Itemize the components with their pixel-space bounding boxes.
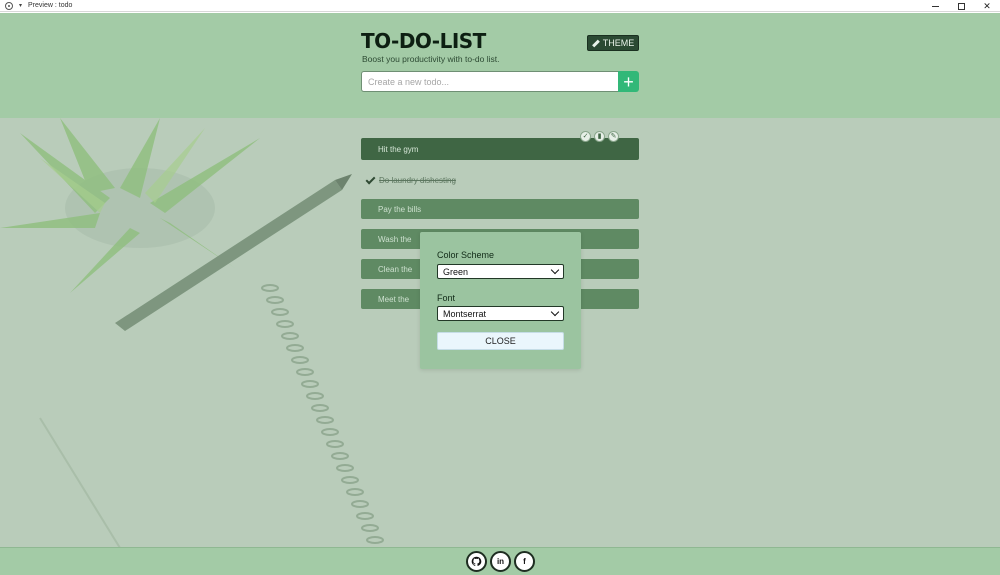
maximize-icon bbox=[957, 2, 965, 10]
todo-text: Hit the gym bbox=[378, 144, 419, 154]
chevron-down-icon bbox=[550, 265, 560, 275]
edit-icon[interactable]: ✎ bbox=[608, 131, 619, 142]
todo-item[interactable]: Pay the bills bbox=[361, 199, 639, 219]
close-window-button[interactable]: ✕ bbox=[974, 0, 1000, 12]
app-icon bbox=[5, 1, 13, 10]
window-title: Preview : todo bbox=[28, 2, 73, 9]
todo-text: Pay the bills bbox=[378, 204, 422, 214]
app-footer: in f bbox=[0, 547, 1000, 575]
theme-button-label: THEME bbox=[602, 38, 635, 48]
theme-modal: Color Scheme Green Font Montserrat CLOSE bbox=[420, 232, 581, 369]
todo-item-completed[interactable]: Do laundry dishesting bbox=[365, 173, 636, 187]
delete-icon[interactable]: ▮ bbox=[594, 131, 605, 142]
chevron-down-icon[interactable]: ▾ bbox=[19, 2, 22, 9]
linkedin-icon[interactable]: in bbox=[490, 551, 511, 572]
add-todo-button[interactable]: + bbox=[618, 71, 639, 92]
window-controls: ✕ bbox=[922, 0, 1000, 12]
app-header: TO-DO-LIST Boost you productivity with t… bbox=[0, 13, 1000, 118]
github-glyph bbox=[471, 556, 482, 566]
page-subtitle: Boost you productivity with to-do list. bbox=[362, 54, 500, 64]
new-todo-input[interactable] bbox=[361, 71, 619, 92]
maximize-button[interactable] bbox=[948, 0, 974, 12]
window-titlebar: ▾ Preview : todo ✕ bbox=[0, 0, 1000, 12]
color-scheme-value: Green bbox=[443, 266, 469, 277]
minimize-button[interactable] bbox=[922, 0, 948, 12]
font-select[interactable]: Montserrat bbox=[437, 306, 564, 321]
facebook-icon[interactable]: f bbox=[514, 551, 535, 572]
pencil-icon bbox=[591, 39, 600, 47]
check-icon[interactable]: ✓ bbox=[580, 131, 591, 142]
todo-text: Clean the bbox=[378, 264, 413, 274]
color-scheme-label: Color Scheme bbox=[437, 250, 495, 260]
close-button-label: CLOSE bbox=[485, 336, 516, 346]
minimize-icon bbox=[931, 5, 939, 7]
plus-icon: + bbox=[623, 71, 634, 92]
todo-text: Do laundry dishesting bbox=[379, 175, 456, 185]
color-scheme-select[interactable]: Green bbox=[437, 264, 564, 279]
facebook-glyph: f bbox=[523, 557, 526, 566]
close-icon: ✕ bbox=[983, 0, 991, 11]
font-value: Montserrat bbox=[443, 308, 487, 319]
theme-button[interactable]: THEME bbox=[587, 35, 639, 51]
todo-text: Meet the bbox=[378, 294, 410, 304]
page-title: TO-DO-LIST bbox=[361, 29, 486, 53]
font-label: Font bbox=[437, 293, 456, 303]
chevron-down-icon bbox=[550, 307, 560, 317]
todo-text: Wash the bbox=[378, 234, 412, 244]
todo-actions: ✓ ▮ ✎ bbox=[580, 131, 619, 142]
close-button[interactable]: CLOSE bbox=[437, 332, 564, 350]
github-icon[interactable] bbox=[466, 551, 487, 572]
linkedin-glyph: in bbox=[496, 557, 505, 566]
checkmark-icon bbox=[365, 174, 376, 184]
